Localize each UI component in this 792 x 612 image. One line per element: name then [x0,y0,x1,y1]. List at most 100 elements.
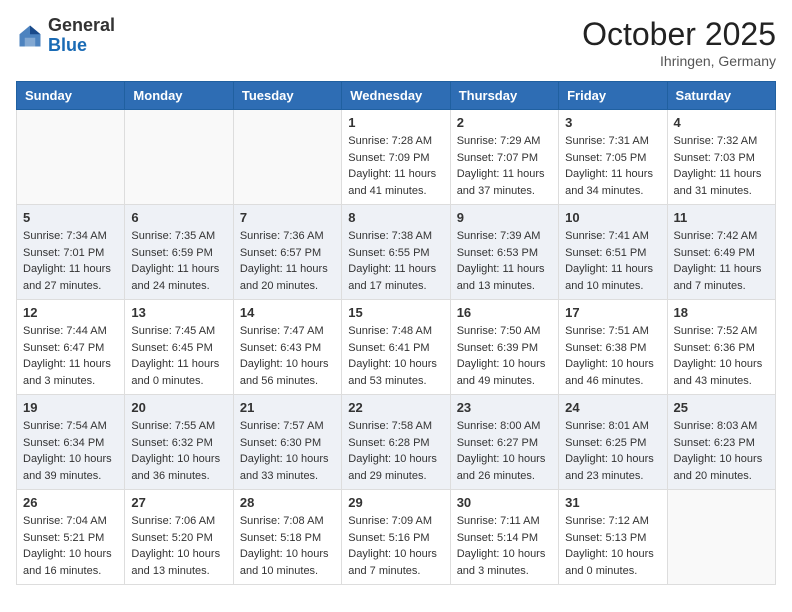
calendar-cell: 27 Sunrise: 7:06 AM Sunset: 5:20 PM Dayli… [125,490,233,585]
day-info: Sunrise: 7:54 AM Sunset: 6:34 PM Dayligh… [23,418,118,484]
calendar-cell: 1Sunrise: 7:28 AM Sunset: 7:09 PM Daylig… [342,110,450,205]
col-header-monday: Monday [125,82,233,110]
calendar-cell [667,490,775,585]
day-number: 25 [674,400,769,415]
day-number: 17 [565,305,660,320]
day-info: Sunrise: 7:06 AM Sunset: 5:20 PM Dayligh… [131,513,226,579]
calendar-week-2: 5 Sunrise: 7:34 AM Sunset: 7:01 PM Daylig… [17,205,776,300]
col-header-friday: Friday [559,82,667,110]
day-number: 26 [23,495,118,510]
calendar-cell: 11Sunrise: 7:42 AM Sunset: 6:49 PM Dayli… [667,205,775,300]
col-header-saturday: Saturday [667,82,775,110]
location: Ihringen, Germany [582,53,776,69]
col-header-sunday: Sunday [17,82,125,110]
day-number: 5 [23,210,118,225]
calendar-week-5: 26Sunrise: 7:04 AM Sunset: 5:21 PM Dayli… [17,490,776,585]
day-info: Sunrise: 7:08 AM Sunset: 5:18 PM Dayligh… [240,513,335,579]
calendar-cell [233,110,341,205]
day-number: 30 [457,495,552,510]
calendar-cell: 4 Sunrise: 7:32 AM Sunset: 7:03 PM Daylig… [667,110,775,205]
day-number: 27 [131,495,226,510]
day-number: 6 [131,210,226,225]
day-info: Sunrise: 7:32 AM Sunset: 7:03 PM Dayligh… [674,133,769,199]
day-number: 3 [565,115,660,130]
calendar-cell: 21 Sunrise: 7:57 AM Sunset: 6:30 PM Dayli… [233,395,341,490]
logo-text: General Blue [48,16,115,56]
col-header-wednesday: Wednesday [342,82,450,110]
calendar-cell: 18Sunrise: 7:52 AM Sunset: 6:36 PM Dayli… [667,300,775,395]
day-number: 10 [565,210,660,225]
calendar-cell: 20Sunrise: 7:55 AM Sunset: 6:32 PM Dayli… [125,395,233,490]
day-number: 2 [457,115,552,130]
day-number: 13 [131,305,226,320]
day-info: Sunrise: 7:34 AM Sunset: 7:01 PM Dayligh… [23,228,118,294]
day-number: 1 [348,115,443,130]
calendar-cell: 2Sunrise: 7:29 AM Sunset: 7:07 PM Daylig… [450,110,558,205]
calendar-cell: 29 Sunrise: 7:09 AM Sunset: 5:16 PM Dayli… [342,490,450,585]
day-info: Sunrise: 7:48 AM Sunset: 6:41 PM Dayligh… [348,323,443,389]
day-number: 23 [457,400,552,415]
day-number: 9 [457,210,552,225]
calendar-cell: 23 Sunrise: 8:00 AM Sunset: 6:27 PM Dayli… [450,395,558,490]
day-info: Sunrise: 7:09 AM Sunset: 5:16 PM Dayligh… [348,513,443,579]
day-info: Sunrise: 7:36 AM Sunset: 6:57 PM Dayligh… [240,228,335,294]
day-info: Sunrise: 7:41 AM Sunset: 6:51 PM Dayligh… [565,228,660,294]
calendar-cell: 12 Sunrise: 7:44 AM Sunset: 6:47 PM Dayli… [17,300,125,395]
calendar-cell [125,110,233,205]
day-info: Sunrise: 8:00 AM Sunset: 6:27 PM Dayligh… [457,418,552,484]
day-info: Sunrise: 8:03 AM Sunset: 6:23 PM Dayligh… [674,418,769,484]
calendar-cell: 5 Sunrise: 7:34 AM Sunset: 7:01 PM Daylig… [17,205,125,300]
day-info: Sunrise: 7:39 AM Sunset: 6:53 PM Dayligh… [457,228,552,294]
logo-blue: Blue [48,36,115,56]
day-number: 12 [23,305,118,320]
day-number: 8 [348,210,443,225]
day-number: 21 [240,400,335,415]
calendar-cell: 22 Sunrise: 7:58 AM Sunset: 6:28 PM Dayli… [342,395,450,490]
day-info: Sunrise: 7:51 AM Sunset: 6:38 PM Dayligh… [565,323,660,389]
logo-icon [16,22,44,50]
day-number: 11 [674,210,769,225]
day-info: Sunrise: 7:11 AM Sunset: 5:14 PM Dayligh… [457,513,552,579]
calendar-cell: 26Sunrise: 7:04 AM Sunset: 5:21 PM Dayli… [17,490,125,585]
day-number: 7 [240,210,335,225]
day-info: Sunrise: 8:01 AM Sunset: 6:25 PM Dayligh… [565,418,660,484]
calendar-cell: 3Sunrise: 7:31 AM Sunset: 7:05 PM Daylig… [559,110,667,205]
calendar-cell: 14Sunrise: 7:47 AM Sunset: 6:43 PM Dayli… [233,300,341,395]
calendar-cell: 13Sunrise: 7:45 AM Sunset: 6:45 PM Dayli… [125,300,233,395]
calendar-cell: 25 Sunrise: 8:03 AM Sunset: 6:23 PM Dayli… [667,395,775,490]
day-info: Sunrise: 7:35 AM Sunset: 6:59 PM Dayligh… [131,228,226,294]
day-number: 4 [674,115,769,130]
calendar-table: SundayMondayTuesdayWednesdayThursdayFrid… [16,81,776,585]
day-info: Sunrise: 7:57 AM Sunset: 6:30 PM Dayligh… [240,418,335,484]
calendar-cell: 17 Sunrise: 7:51 AM Sunset: 6:38 PM Dayli… [559,300,667,395]
calendar-cell: 24 Sunrise: 8:01 AM Sunset: 6:25 PM Dayli… [559,395,667,490]
day-number: 31 [565,495,660,510]
day-number: 24 [565,400,660,415]
calendar-cell [17,110,125,205]
page-header: General Blue October 2025 Ihringen, Germ… [16,16,776,69]
day-info: Sunrise: 7:52 AM Sunset: 6:36 PM Dayligh… [674,323,769,389]
logo-general: General [48,16,115,36]
calendar-cell: 16Sunrise: 7:50 AM Sunset: 6:39 PM Dayli… [450,300,558,395]
col-header-tuesday: Tuesday [233,82,341,110]
calendar-week-1: 1Sunrise: 7:28 AM Sunset: 7:09 PM Daylig… [17,110,776,205]
calendar-cell: 8 Sunrise: 7:38 AM Sunset: 6:55 PM Daylig… [342,205,450,300]
day-number: 22 [348,400,443,415]
calendar-cell: 9 Sunrise: 7:39 AM Sunset: 6:53 PM Daylig… [450,205,558,300]
day-number: 19 [23,400,118,415]
col-header-thursday: Thursday [450,82,558,110]
calendar-cell: 30 Sunrise: 7:11 AM Sunset: 5:14 PM Dayli… [450,490,558,585]
calendar-header-row: SundayMondayTuesdayWednesdayThursdayFrid… [17,82,776,110]
day-info: Sunrise: 7:58 AM Sunset: 6:28 PM Dayligh… [348,418,443,484]
day-info: Sunrise: 7:38 AM Sunset: 6:55 PM Dayligh… [348,228,443,294]
calendar-cell: 15Sunrise: 7:48 AM Sunset: 6:41 PM Dayli… [342,300,450,395]
calendar-cell: 28Sunrise: 7:08 AM Sunset: 5:18 PM Dayli… [233,490,341,585]
day-info: Sunrise: 7:12 AM Sunset: 5:13 PM Dayligh… [565,513,660,579]
day-info: Sunrise: 7:44 AM Sunset: 6:47 PM Dayligh… [23,323,118,389]
day-info: Sunrise: 7:47 AM Sunset: 6:43 PM Dayligh… [240,323,335,389]
calendar-cell: 19 Sunrise: 7:54 AM Sunset: 6:34 PM Dayli… [17,395,125,490]
day-number: 29 [348,495,443,510]
calendar-cell: 6 Sunrise: 7:35 AM Sunset: 6:59 PM Daylig… [125,205,233,300]
calendar-cell: 10 Sunrise: 7:41 AM Sunset: 6:51 PM Dayli… [559,205,667,300]
day-number: 20 [131,400,226,415]
